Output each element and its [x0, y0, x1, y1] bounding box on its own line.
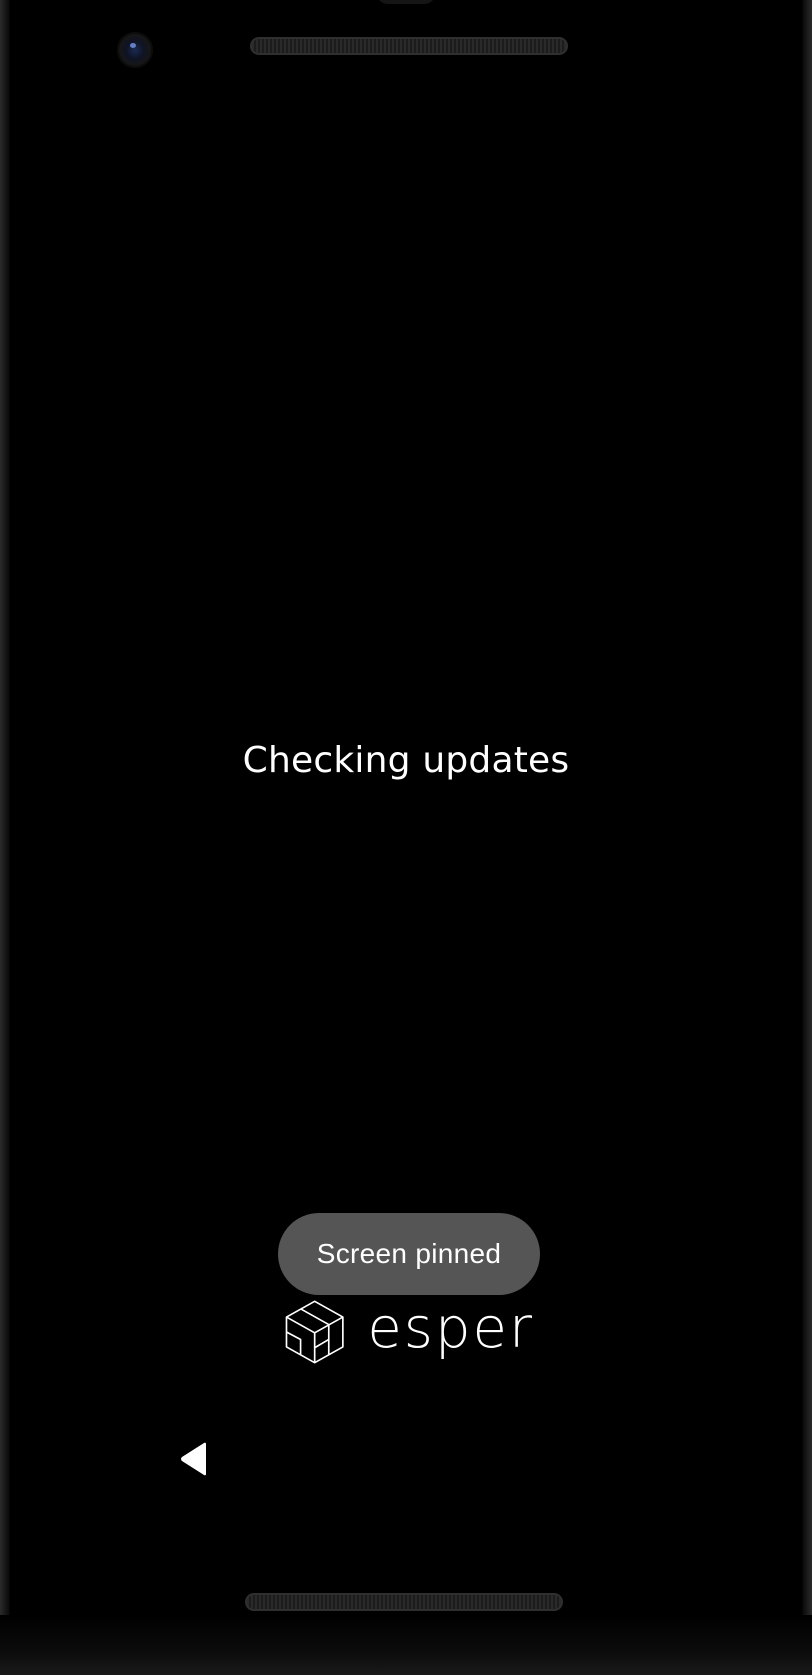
screen-pinned-toast: Screen pinned [278, 1213, 540, 1295]
device-frame-right [802, 0, 812, 1675]
checking-updates-text: Checking updates [242, 740, 570, 781]
top-speaker-grille [250, 37, 568, 55]
device-frame-left [0, 0, 10, 1675]
phone-device: Checking updates Screen pinned esper [0, 0, 812, 1675]
toast-message: Screen pinned [316, 1238, 502, 1269]
back-triangle-icon[interactable] [178, 1441, 210, 1477]
esper-wordmark: esper [367, 1296, 534, 1361]
device-top-notch [376, 0, 436, 4]
esper-cube-logo-icon [285, 1300, 344, 1364]
esper-logo: esper [284, 1292, 534, 1372]
device-frame-bottom [0, 1615, 812, 1675]
front-camera-icon [117, 32, 153, 68]
bottom-speaker-grille [245, 1593, 563, 1611]
